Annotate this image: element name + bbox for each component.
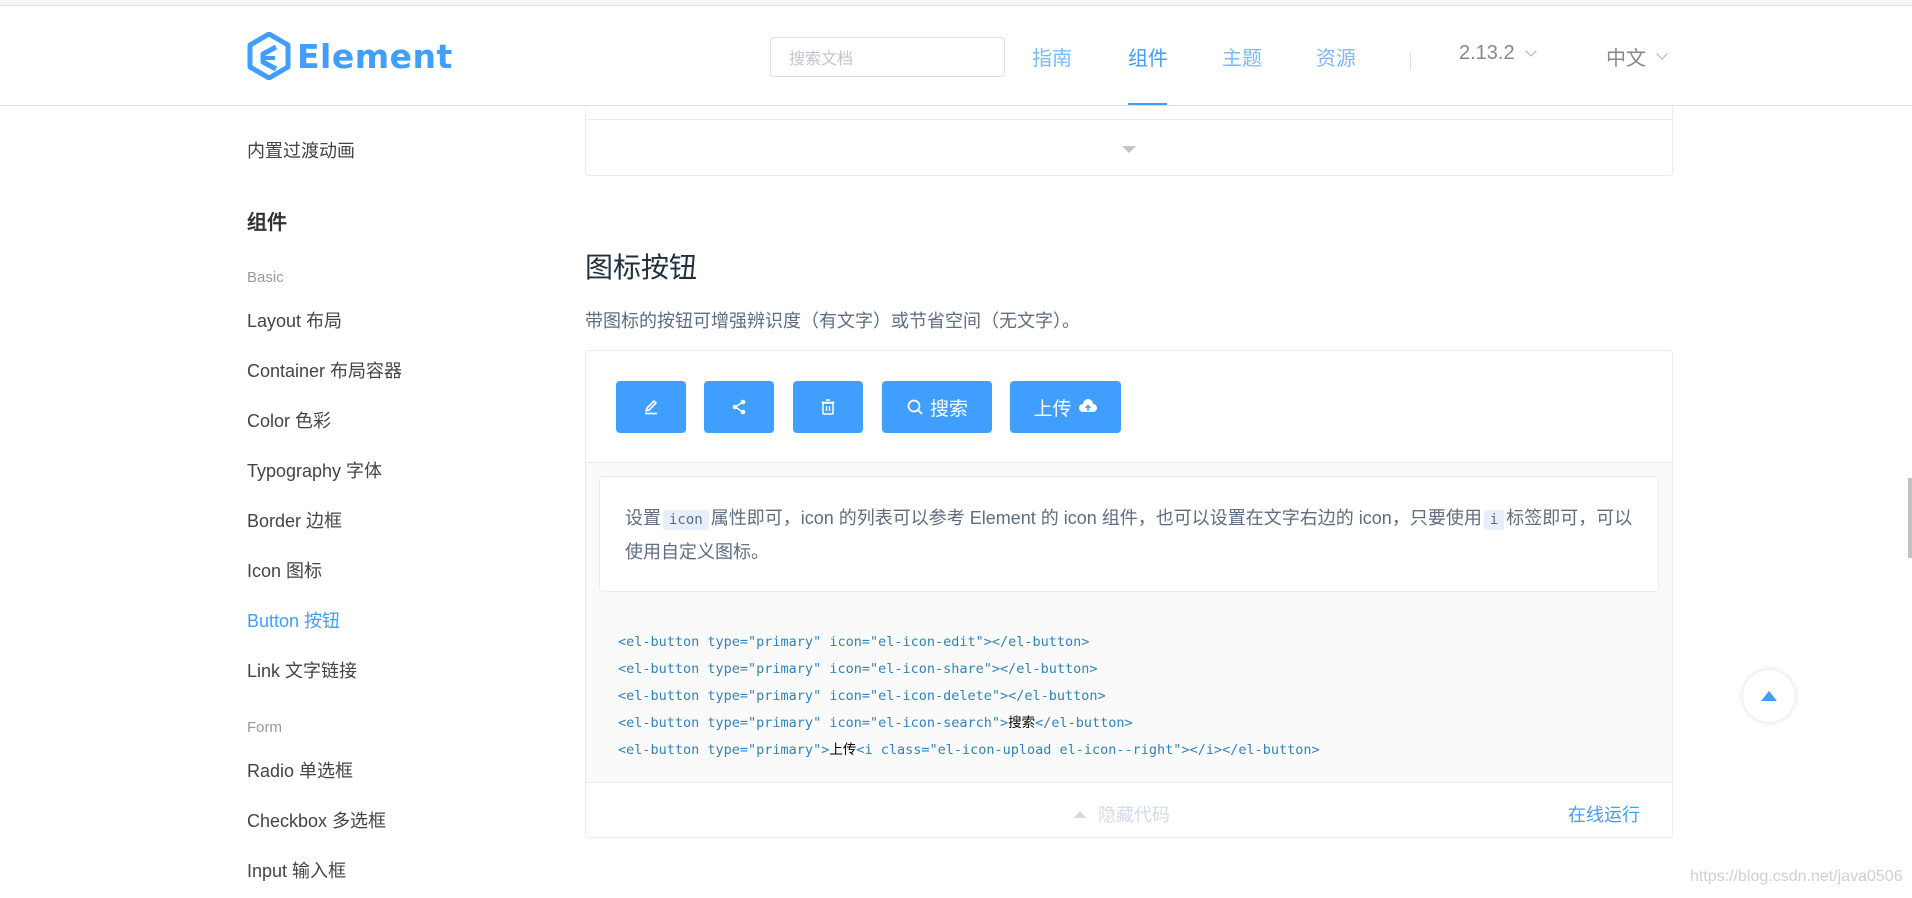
nav-divider bbox=[1410, 52, 1411, 70]
nav-components[interactable]: 组件 bbox=[1128, 42, 1168, 71]
scrollbar-thumb[interactable] bbox=[1908, 478, 1912, 558]
logo[interactable]: Element bbox=[247, 30, 453, 82]
hide-code-label: 隐藏代码 bbox=[1098, 805, 1170, 825]
sidebar-item-transition[interactable]: 内置过渡动画 bbox=[247, 137, 355, 163]
language-dropdown[interactable]: 中文 bbox=[1606, 42, 1668, 71]
sidebar-group-title: 组件 bbox=[247, 212, 287, 234]
demo-meta: 设置 icon 属性即可，icon 的列表可以参考 Element 的 icon 组… bbox=[586, 463, 1672, 782]
sidebar-category-basic: Basic bbox=[247, 269, 284, 286]
language-label: 中文 bbox=[1606, 48, 1646, 70]
watermark: https://blog.csdn.net/java0506 bbox=[1690, 868, 1903, 885]
delete-icon bbox=[821, 399, 835, 415]
sidebar-item-radio[interactable]: Radio 单选框 bbox=[247, 757, 353, 783]
desc-text-1: 设置 bbox=[625, 508, 661, 528]
share-button[interactable] bbox=[704, 381, 774, 433]
hide-code-button[interactable]: 隐藏代码 bbox=[1074, 801, 1170, 827]
version-label: 2.13.2 bbox=[1459, 42, 1515, 64]
code-line: <el-button type="primary" icon="el-icon-… bbox=[618, 683, 1320, 710]
sidebar-category-form: Form bbox=[247, 719, 282, 736]
demo-block: 搜索 上传 设置 icon 属性即可，icon 的列表可以参考 Element 的 … bbox=[585, 350, 1673, 838]
nav-theme[interactable]: 主题 bbox=[1222, 42, 1262, 71]
sidebar-item-border[interactable]: Border 边框 bbox=[247, 507, 342, 533]
code-text: 上传 bbox=[829, 742, 857, 758]
upload-icon bbox=[1078, 399, 1097, 412]
code-tag: </el-button> bbox=[1035, 715, 1133, 731]
code-block: <el-button type="primary" icon="el-icon-… bbox=[618, 629, 1320, 764]
sidebar-item-container[interactable]: Container 布局容器 bbox=[247, 357, 402, 383]
code-tag: <i class="el-icon-upload el-icon--right"… bbox=[856, 742, 1320, 758]
active-nav-indicator bbox=[1128, 103, 1167, 105]
nav-guide[interactable]: 指南 bbox=[1032, 42, 1072, 71]
code-tag: <el-button type="primary" icon="el-icon-… bbox=[618, 634, 1090, 650]
caret-up-icon bbox=[1074, 810, 1086, 818]
sidebar-item-color[interactable]: Color 色彩 bbox=[247, 407, 331, 433]
search-button[interactable]: 搜索 bbox=[882, 381, 992, 433]
code-line: <el-button type="primary" icon="el-icon-… bbox=[618, 629, 1320, 656]
inline-code-i: i bbox=[1483, 510, 1505, 530]
code-tag: <el-button type="primary" icon="el-icon-… bbox=[618, 661, 1098, 677]
sidebar-item-icon[interactable]: Icon 图标 bbox=[247, 557, 322, 583]
element-logo-icon bbox=[247, 32, 291, 80]
site-header: Element 搜索文档 指南 组件 主题 资源 2.13.2 中文 bbox=[0, 6, 1912, 106]
edit-button[interactable] bbox=[616, 381, 686, 433]
section-description: 带图标的按钮可增强辨识度（有文字）或节省空间（无文字）。 bbox=[585, 311, 1080, 331]
edit-icon bbox=[645, 400, 657, 415]
caret-up-icon bbox=[1761, 691, 1777, 701]
demo-description: 设置 icon 属性即可，icon 的列表可以参考 Element 的 icon 组… bbox=[599, 476, 1659, 592]
demo-control-bar: 隐藏代码 在线运行 bbox=[586, 782, 1672, 837]
search-button-label: 搜索 bbox=[929, 398, 968, 420]
code-tag: <el-button type="primary" icon="el-icon-… bbox=[618, 715, 1009, 731]
code-text: 搜索 bbox=[1008, 715, 1036, 731]
code-line: <el-button type="primary" icon="el-icon-… bbox=[618, 710, 1320, 737]
inline-code-icon: icon bbox=[663, 510, 709, 530]
back-to-top-button[interactable] bbox=[1743, 670, 1795, 722]
demo-source: 搜索 上传 bbox=[586, 351, 1672, 463]
sidebar-item-layout[interactable]: Layout 布局 bbox=[247, 307, 342, 333]
code-line: <el-button type="primary" icon="el-icon-… bbox=[618, 656, 1320, 683]
code-tag: <el-button type="primary"> bbox=[618, 742, 830, 758]
logo-text: Element bbox=[297, 36, 453, 76]
chevron-down-icon bbox=[1524, 45, 1537, 57]
version-dropdown[interactable]: 2.13.2 bbox=[1459, 42, 1537, 65]
divider bbox=[586, 119, 1672, 120]
previous-demo-block bbox=[585, 106, 1673, 176]
delete-button[interactable] bbox=[793, 381, 863, 433]
desc-text-2: 属性即可，icon 的列表可以参考 Element 的 icon 组件，也可以设… bbox=[710, 508, 1482, 528]
search-input[interactable]: 搜索文档 bbox=[770, 37, 1005, 77]
upload-button-label: 上传 bbox=[1033, 398, 1072, 420]
sidebar-item-checkbox[interactable]: Checkbox 多选框 bbox=[247, 807, 386, 833]
code-line: <el-button type="primary">上传<i class="el… bbox=[618, 737, 1320, 764]
section-title: 图标按钮 bbox=[585, 252, 698, 283]
sidebar-item-link[interactable]: Link 文字链接 bbox=[247, 657, 357, 683]
search-placeholder: 搜索文档 bbox=[789, 51, 854, 68]
upload-button[interactable]: 上传 bbox=[1010, 381, 1121, 433]
share-icon bbox=[732, 399, 746, 415]
caret-down-icon[interactable] bbox=[1122, 146, 1136, 153]
sidebar-item-button[interactable]: Button 按钮 bbox=[247, 607, 340, 633]
code-tag: <el-button type="primary" icon="el-icon-… bbox=[618, 688, 1106, 704]
chevron-down-icon bbox=[1656, 48, 1668, 60]
sidebar-item-typography[interactable]: Typography 字体 bbox=[247, 457, 382, 483]
search-icon bbox=[907, 399, 923, 415]
nav-resources[interactable]: 资源 bbox=[1316, 42, 1356, 71]
sidebar-item-input[interactable]: Input 输入框 bbox=[247, 857, 346, 883]
run-online-button[interactable]: 在线运行 bbox=[1568, 801, 1640, 827]
